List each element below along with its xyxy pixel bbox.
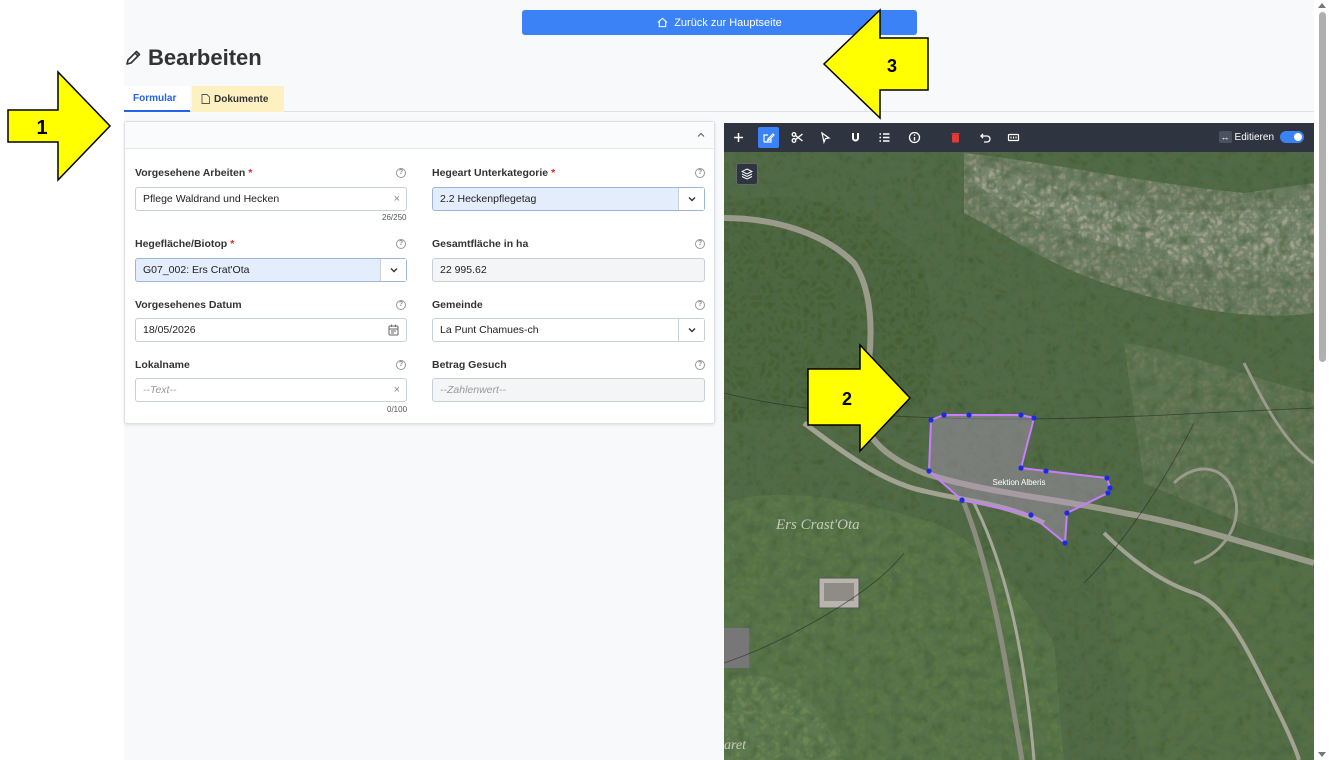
lokalname-placeholder: --Text-- [143,384,177,396]
tab-dokumente-label: Dokumente [214,93,269,105]
betrag-gesuch-label: Betrag Gesuch [432,359,507,371]
character-counter: 26/250 [382,213,407,222]
help-icon[interactable]: ? [396,168,406,178]
page-header: Bearbeiten [124,45,262,71]
scroll-down-arrow[interactable] [1318,752,1326,757]
measure-icon[interactable] [1003,127,1024,148]
document-icon [201,94,210,104]
hegeflaeche-biotop-select[interactable]: G07_002: Ers Crat'Ota [135,258,407,282]
page-title: Bearbeiten [148,45,262,70]
scroll-up-arrow[interactable] [1318,3,1326,8]
help-icon[interactable]: ? [695,360,705,370]
gesamtflaeche-label: Gesamtfläche in ha [432,238,529,250]
character-counter: 0/100 [387,405,408,414]
lokalname-label: Lokalname [135,359,190,371]
annotation-arrow-1: 1 [7,70,112,182]
list-icon[interactable] [874,127,895,148]
info-icon[interactable] [904,127,925,148]
hegeflaeche-biotop-label: Hegefläche/Biotop * [135,238,235,250]
clear-icon[interactable]: × [394,384,400,396]
gemeinde-label: Gemeinde [432,299,483,311]
calendar-icon[interactable] [388,324,399,336]
layers-icon [741,168,753,180]
pencil-icon [126,50,141,65]
betrag-gesuch-input[interactable]: --Zahlenwert-- [432,378,705,402]
annotation-label-3: 3 [887,56,897,76]
undo-icon[interactable] [975,127,996,148]
lokalname-input[interactable]: --Text-- × [135,378,407,402]
layers-button[interactable] [736,163,758,185]
help-icon[interactable]: ? [695,300,705,310]
annotation-label-1: 1 [36,117,47,139]
clear-icon[interactable]: × [394,193,400,205]
magnet-icon[interactable] [845,127,866,148]
help-icon[interactable]: ? [396,300,406,310]
polygon-label: Sektion Alberis [993,478,1046,487]
vorgesehenes-datum-label: Vorgesehenes Datum [135,299,242,311]
tab-bar: Formular Dokumente [124,86,1314,112]
tab-dokumente[interactable]: Dokumente [192,86,284,112]
form-card-header [125,122,714,149]
place-label-2: aret [724,738,747,753]
annotation-arrow-2: 2 [807,343,912,453]
vorgesehene-arbeiten-input[interactable]: Pflege Waldrand und Hecken × [135,187,407,211]
help-icon[interactable]: ? [396,360,406,370]
betrag-gesuch-placeholder: --Zahlenwert-- [440,384,506,396]
help-icon[interactable]: ? [695,168,705,178]
tab-formular-label: Formular [133,92,177,104]
scissors-icon[interactable] [787,127,808,148]
scrollbar-thumb[interactable] [1319,12,1326,362]
dropdown-button[interactable] [380,259,406,281]
dropdown-button[interactable] [678,319,704,341]
annotation-arrow-3: 3 [822,8,929,120]
edit-mode-label: ↔ Editieren [1218,131,1274,143]
plus-icon[interactable] [728,127,749,148]
home-icon [657,17,668,28]
vorgesehene-arbeiten-label: Vorgesehene Arbeiten * [135,167,253,179]
map-toolbar: ↔ Editieren [724,123,1314,152]
dropdown-button[interactable] [678,188,704,210]
chevron-down-icon [390,268,397,273]
tab-formular[interactable]: Formular [124,86,190,112]
hegeart-unterkategorie-select[interactable]: 2.2 Heckenpflegetag [432,187,705,211]
arrows-icon: ↔ [1218,131,1232,143]
chevron-down-icon [688,197,695,202]
annotation-label-2: 2 [842,389,852,409]
hegeart-unterkategorie-label: Hegeart Unterkategorie * [432,167,556,179]
form-card: Vorgesehene Arbeiten * ? Pflege Waldrand … [124,121,715,424]
gesamtflaeche-field: 22 995.62 [432,258,705,282]
page-scrollbar[interactable] [1314,0,1331,760]
place-label: Ers Crast'Ota [775,517,860,533]
edit-mode-toggle[interactable] [1280,131,1304,143]
chevron-down-icon [688,328,695,333]
delete-icon[interactable] [945,127,966,148]
help-icon[interactable]: ? [695,239,705,249]
select-pointer-icon[interactable] [815,127,836,148]
help-icon[interactable]: ? [396,239,406,249]
edit-shape-icon[interactable] [758,127,779,148]
vorgesehenes-datum-input[interactable]: 18/05/2026 [135,318,407,342]
back-to-home-label: Zurück zur Hauptseite [674,16,782,29]
gemeinde-select[interactable]: La Punt Chamues-ch [432,318,705,342]
chevron-up-icon[interactable] [696,130,706,140]
